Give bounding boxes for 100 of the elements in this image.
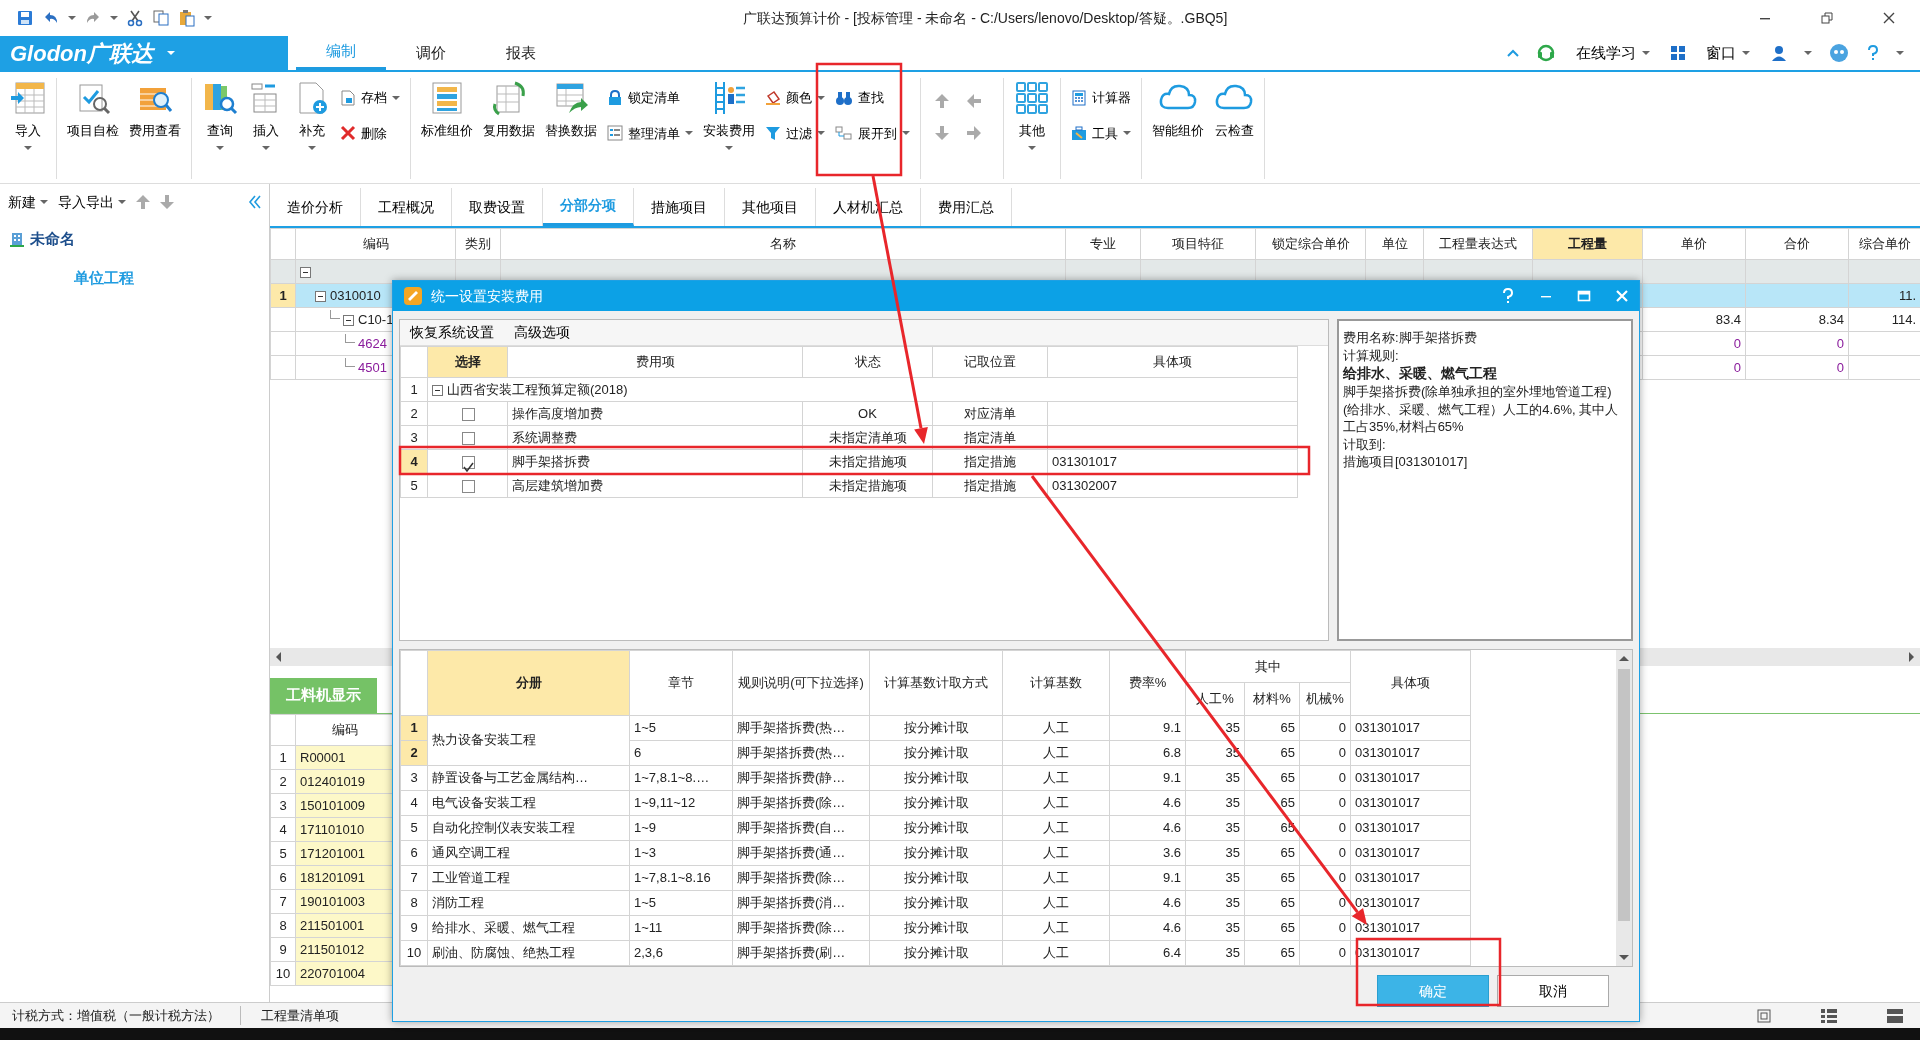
menu-tab[interactable]: 调价 xyxy=(386,36,476,70)
caret-icon[interactable] xyxy=(204,16,212,20)
collapse-toggle[interactable] xyxy=(432,384,443,396)
ribbon-button[interactable]: 安装费用 xyxy=(699,78,759,152)
row-number[interactable]: 7 xyxy=(400,865,428,891)
help-icon[interactable] xyxy=(1866,45,1880,61)
ribbon-button[interactable]: 插入 xyxy=(244,78,288,152)
column-header[interactable]: 类别 xyxy=(455,228,501,260)
ribbon-button[interactable]: 展开到 xyxy=(831,121,914,145)
grid-icon[interactable] xyxy=(1670,45,1686,61)
close-icon[interactable] xyxy=(1882,11,1896,25)
checkbox[interactable] xyxy=(462,479,475,493)
view-icon[interactable] xyxy=(1756,1007,1772,1024)
arrow-down-icon[interactable] xyxy=(933,124,951,142)
column-header[interactable]: 专业 xyxy=(1065,228,1141,260)
cut-icon[interactable] xyxy=(126,9,144,27)
column-header[interactable]: 工程量 xyxy=(1532,228,1643,260)
ribbon-button[interactable]: 锁定清单 xyxy=(603,86,697,110)
column-header[interactable]: 章节 xyxy=(629,650,733,716)
ribbon-button[interactable]: 删除 xyxy=(336,121,404,145)
ribbon-button[interactable]: 替换数据 xyxy=(541,78,601,143)
help-icon[interactable] xyxy=(1501,288,1515,304)
toolbar-button[interactable]: 新建 xyxy=(6,191,50,213)
toolbar-button[interactable]: 高级选项 xyxy=(508,322,576,343)
row-number[interactable]: 2 xyxy=(400,401,428,426)
row-number[interactable]: 5 xyxy=(400,815,428,841)
ribbon-button[interactable]: 云检查 xyxy=(1210,78,1258,143)
ribbon-button[interactable]: 补充 xyxy=(290,78,334,152)
column-header[interactable]: 分册 xyxy=(427,650,630,716)
column-header[interactable]: 名称 xyxy=(500,228,1066,260)
column-header[interactable]: 计算基数 xyxy=(1002,650,1110,716)
column-header[interactable]: 费用项 xyxy=(507,346,803,378)
ribbon-button[interactable]: 工具 xyxy=(1067,121,1135,145)
robot-icon[interactable] xyxy=(1828,42,1850,64)
ribbon-button[interactable]: 费用查看 xyxy=(125,78,185,143)
tree-item[interactable]: 未命名 xyxy=(26,228,79,251)
column-header[interactable]: 单位 xyxy=(1365,228,1424,260)
row-number[interactable]: 3 xyxy=(400,425,428,450)
user-icon[interactable] xyxy=(1770,44,1788,62)
toolbar-button[interactable]: 恢复系统设置 xyxy=(404,322,500,343)
column-header[interactable]: 机械% xyxy=(1299,682,1351,716)
arrow-right-icon[interactable] xyxy=(965,124,983,142)
menu-link[interactable]: 在线学习 xyxy=(1572,41,1654,65)
arrow-up-icon[interactable] xyxy=(933,92,951,110)
ribbon-button[interactable]: 整理清单 xyxy=(603,121,697,145)
maximize-icon[interactable] xyxy=(1577,289,1591,303)
paste-icon[interactable] xyxy=(178,9,196,27)
row-number[interactable]: 5 xyxy=(400,473,428,498)
ribbon-button[interactable]: 智能组价 xyxy=(1148,78,1208,143)
row-number[interactable]: 2 xyxy=(400,740,428,766)
row-number[interactable]: 1 xyxy=(400,715,428,741)
restore-icon[interactable] xyxy=(1820,11,1834,25)
save-icon[interactable] xyxy=(16,9,34,27)
ribbon-button[interactable]: 复用数据 xyxy=(479,78,539,143)
row-number[interactable]: 1 xyxy=(400,377,428,402)
ribbon-button[interactable]: 导入 xyxy=(6,78,50,152)
column-header[interactable]: 合价 xyxy=(1745,228,1849,260)
column-header[interactable]: 费率% xyxy=(1109,650,1186,716)
column-header[interactable]: 工程量表达式 xyxy=(1423,228,1533,260)
copy-icon[interactable] xyxy=(152,9,170,27)
arrow-down-icon[interactable] xyxy=(158,193,176,211)
collapse-toggle[interactable] xyxy=(315,290,326,302)
collapse-toggle[interactable] xyxy=(300,266,311,278)
arrow-up-icon[interactable] xyxy=(134,193,152,211)
column-header[interactable]: 材料% xyxy=(1244,682,1300,716)
collapse-toggle[interactable] xyxy=(343,314,354,326)
row-number[interactable]: 6 xyxy=(400,840,428,866)
menu-tab[interactable]: 报表 xyxy=(476,36,566,70)
column-header[interactable]: 编码 xyxy=(295,714,394,746)
column-header[interactable]: 综合单价 xyxy=(1848,228,1920,260)
caret-icon[interactable] xyxy=(1896,51,1904,55)
column-header[interactable]: 项目特征 xyxy=(1140,228,1256,260)
collapse-panel-icon[interactable] xyxy=(247,194,263,210)
list-view-icon[interactable] xyxy=(1820,1007,1838,1024)
column-header[interactable]: 编码 xyxy=(295,228,456,260)
ribbon-button[interactable]: 项目自检 xyxy=(63,78,123,143)
column-header[interactable]: 选择 xyxy=(427,346,508,378)
column-header[interactable]: 规则说明(可下拉选择) xyxy=(732,650,870,716)
arrow-left-icon[interactable] xyxy=(965,92,983,110)
column-header[interactable]: 其中 xyxy=(1185,650,1351,683)
column-header[interactable]: 状态 xyxy=(802,346,933,378)
headset-icon[interactable] xyxy=(1536,43,1556,63)
menu-link[interactable]: 窗口 xyxy=(1702,41,1754,65)
cancel-button[interactable]: 取消 xyxy=(1497,975,1609,1007)
caret-icon[interactable] xyxy=(68,16,76,20)
checkbox[interactable] xyxy=(462,431,475,445)
column-header[interactable]: 记取位置 xyxy=(932,346,1048,378)
checkbox[interactable] xyxy=(462,407,475,421)
column-header[interactable]: 计算基数计取方式 xyxy=(869,650,1003,716)
column-header[interactable]: 单价 xyxy=(1642,228,1746,260)
column-header[interactable]: 具体项 xyxy=(1047,346,1298,378)
ribbon-button[interactable]: 查询 xyxy=(198,78,242,152)
ribbon-button[interactable]: 查找 xyxy=(831,86,914,110)
toolbar-button[interactable]: 导入导出 xyxy=(56,191,128,213)
row-number[interactable]: 4 xyxy=(400,790,428,816)
row-number[interactable]: 10 xyxy=(400,940,428,966)
ribbon-button[interactable]: 计算器 xyxy=(1067,86,1135,110)
ribbon-button[interactable]: 颜色 xyxy=(761,86,829,110)
ribbon-button[interactable]: 标准组价 xyxy=(417,78,477,143)
row-number[interactable]: 9 xyxy=(400,915,428,941)
